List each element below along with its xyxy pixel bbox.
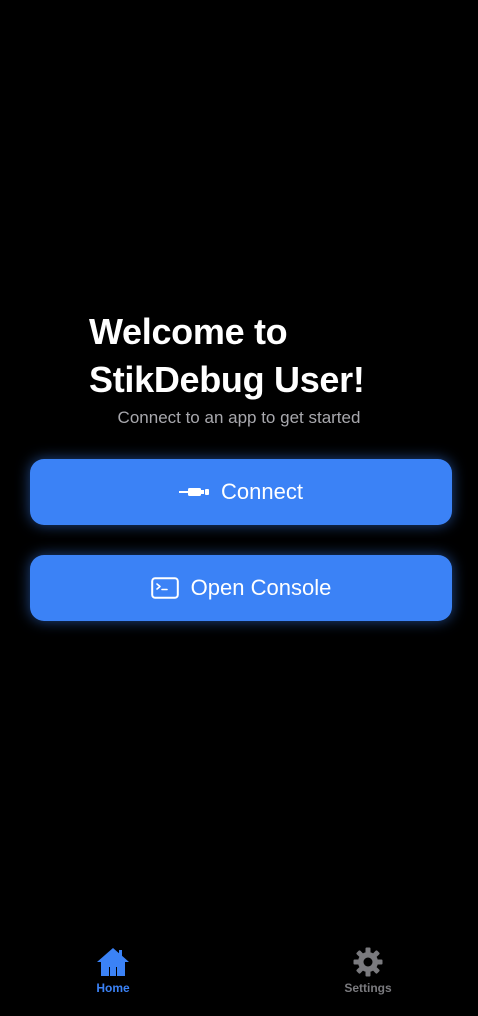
cable-connector-icon xyxy=(179,486,210,498)
tab-home[interactable]: Home xyxy=(63,946,163,995)
welcome-title: Welcome to StikDebug User! xyxy=(89,308,449,404)
tab-settings[interactable]: Settings xyxy=(318,946,418,995)
welcome-title-line-2: StikDebug User! xyxy=(89,359,365,400)
gear-icon xyxy=(352,946,384,978)
tab-settings-label: Settings xyxy=(344,981,392,995)
house-icon xyxy=(95,946,131,978)
connect-button[interactable]: Connect xyxy=(30,459,452,525)
welcome-subtitle: Connect to an app to get started xyxy=(117,408,361,427)
tab-home-label: Home xyxy=(96,981,130,995)
open-console-button-label: Open Console xyxy=(190,575,332,600)
connect-button-label: Connect xyxy=(221,479,303,504)
terminal-icon xyxy=(150,577,179,599)
welcome-title-line-1: Welcome to xyxy=(89,311,288,352)
tab-bar: Home Settings xyxy=(0,940,478,1016)
open-console-button[interactable]: Open Console xyxy=(30,555,452,621)
